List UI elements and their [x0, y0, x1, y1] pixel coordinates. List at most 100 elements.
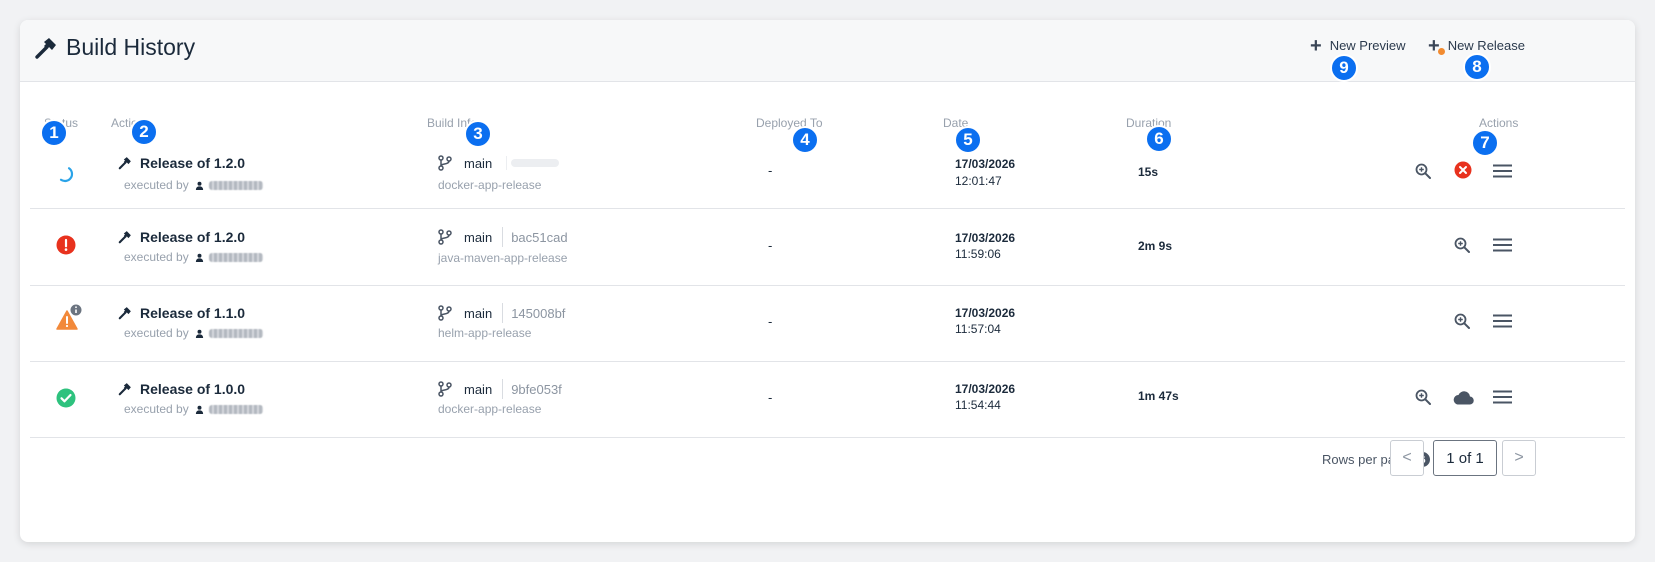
- user-icon: [195, 253, 203, 262]
- user-icon: [195, 405, 203, 414]
- build-date: 17/03/2026: [955, 157, 1016, 171]
- hammer-icon: [118, 231, 131, 244]
- annotation-badge: 7: [1471, 129, 1499, 157]
- branch-name: main: [464, 381, 493, 397]
- rows-per-page[interactable]: Rows per page 5: [1322, 452, 1444, 467]
- build-title-text: Release of 1.2.0: [140, 229, 246, 245]
- executed-by-label: executed by: [124, 178, 189, 192]
- build-title-text: Release of 1.0.0: [140, 381, 246, 397]
- build-time: 11:54:44: [955, 398, 1001, 412]
- deployed-to: -: [768, 314, 773, 329]
- user-icon: [195, 181, 203, 190]
- zoom-icon[interactable]: [1415, 163, 1431, 184]
- table-row[interactable]: Release of 1.0.0 executed by main 9bfe05…: [30, 362, 1625, 438]
- annotation-badge: 4: [791, 126, 819, 154]
- col-header-actions: Actions: [1479, 116, 1519, 130]
- build-duration: 2m 9s: [1138, 239, 1173, 253]
- table-row[interactable]: Release of 1.2.0 executed by main docker…: [30, 133, 1625, 209]
- title-wrap: Build History: [34, 34, 195, 61]
- repo-name: java-maven-app-release: [438, 251, 568, 265]
- annotation-badge: 3: [464, 120, 492, 148]
- new-release-label: New Release: [1447, 38, 1526, 53]
- user-icon: [195, 329, 203, 338]
- annotation-badge: 2: [130, 118, 158, 146]
- sha-loading-placeholder: [511, 159, 560, 167]
- commit-sha[interactable]: 145008bf: [511, 306, 565, 321]
- card-header: Build History + New Preview + New Releas…: [20, 20, 1635, 82]
- build-title-text: Release of 1.1.0: [140, 305, 246, 321]
- annotation-badge: 9: [1330, 54, 1358, 82]
- executed-by-label: executed by: [124, 250, 189, 264]
- page-title: Build History: [66, 34, 196, 60]
- build-date: 17/03/2026: [955, 306, 1016, 320]
- menu-icon[interactable]: [1493, 238, 1512, 257]
- new-release-button[interactable]: + New Release: [1428, 36, 1526, 56]
- build-date: 17/03/2026: [955, 382, 1016, 396]
- build-title[interactable]: Release of 1.1.0: [118, 305, 245, 321]
- build-title-text: Release of 1.2.0: [140, 155, 246, 171]
- build-time: 11:57:04: [955, 322, 1001, 336]
- blurred-username: [208, 328, 263, 338]
- annotation-badge: 6: [1145, 125, 1173, 153]
- cancel-icon[interactable]: [1454, 161, 1472, 184]
- branch-name: main: [464, 155, 493, 171]
- executed-by: executed by: [124, 326, 263, 340]
- build-duration: 15s: [1138, 165, 1159, 179]
- annotation-badge: 5: [954, 126, 982, 154]
- build-title[interactable]: Release of 1.2.0: [118, 155, 245, 171]
- repo-name: docker-app-release: [438, 402, 542, 416]
- blurred-username: [208, 252, 263, 262]
- executed-by: executed by: [124, 178, 263, 192]
- menu-icon[interactable]: [1493, 314, 1512, 333]
- zoom-icon[interactable]: [1415, 389, 1431, 410]
- branch-icon: [438, 155, 452, 171]
- repo-name: docker-app-release: [438, 178, 542, 192]
- table-row[interactable]: Release of 1.1.0 executed by main 145008…: [30, 286, 1625, 362]
- error-status-icon: [56, 235, 76, 260]
- executed-by-label: executed by: [124, 326, 189, 340]
- page-indicator[interactable]: 1 of 1: [1433, 440, 1497, 476]
- executed-by: executed by: [124, 250, 263, 264]
- cloud-icon[interactable]: [1452, 390, 1474, 410]
- executed-by: executed by: [124, 402, 263, 416]
- branch-name: main: [464, 305, 493, 321]
- zoom-icon[interactable]: [1454, 313, 1470, 334]
- next-page-button[interactable]: >: [1502, 440, 1536, 476]
- branch-icon: [438, 229, 452, 245]
- menu-icon[interactable]: [1493, 164, 1512, 183]
- warning-status-icon: [56, 302, 83, 335]
- progress-spinner-icon: [56, 165, 74, 188]
- menu-icon[interactable]: [1493, 390, 1512, 409]
- build-date: 17/03/2026: [955, 231, 1016, 245]
- notification-dot: [1438, 47, 1445, 55]
- repo-name: helm-app-release: [438, 326, 532, 340]
- build-title[interactable]: Release of 1.2.0: [118, 229, 245, 245]
- branch-info: main bac51cad: [438, 227, 568, 247]
- build-duration: 1m 47s: [1138, 389, 1179, 403]
- commit-sha[interactable]: 9bfe053f: [511, 382, 562, 397]
- blurred-username: [208, 180, 263, 190]
- build-time: 12:01:47: [955, 174, 1002, 188]
- deployed-to: -: [768, 163, 773, 178]
- annotation-badge: 8: [1463, 53, 1491, 81]
- branch-icon: [438, 305, 452, 321]
- executed-by-label: executed by: [124, 402, 189, 416]
- branch-info: main: [438, 155, 560, 171]
- hammer-icon: [118, 307, 131, 320]
- blurred-username: [208, 404, 263, 414]
- plus-icon: +: [1310, 34, 1322, 57]
- plus-icon: +: [1428, 36, 1445, 56]
- new-preview-label: New Preview: [1329, 38, 1406, 53]
- prev-page-button[interactable]: <: [1390, 440, 1424, 476]
- deployed-to: -: [768, 238, 773, 253]
- build-time: 11:59:06: [955, 247, 1001, 261]
- annotation-badge: 1: [40, 119, 68, 147]
- zoom-icon[interactable]: [1454, 237, 1470, 258]
- branch-info: main 9bfe053f: [438, 379, 562, 399]
- commit-sha[interactable]: bac51cad: [511, 230, 567, 245]
- new-preview-button[interactable]: + New Preview: [1310, 34, 1406, 57]
- build-history-card: Build History + New Preview + New Releas…: [20, 20, 1635, 542]
- build-title[interactable]: Release of 1.0.0: [118, 381, 245, 397]
- table-row[interactable]: Release of 1.2.0 executed by main bac51c…: [30, 210, 1625, 286]
- deployed-to: -: [768, 390, 773, 405]
